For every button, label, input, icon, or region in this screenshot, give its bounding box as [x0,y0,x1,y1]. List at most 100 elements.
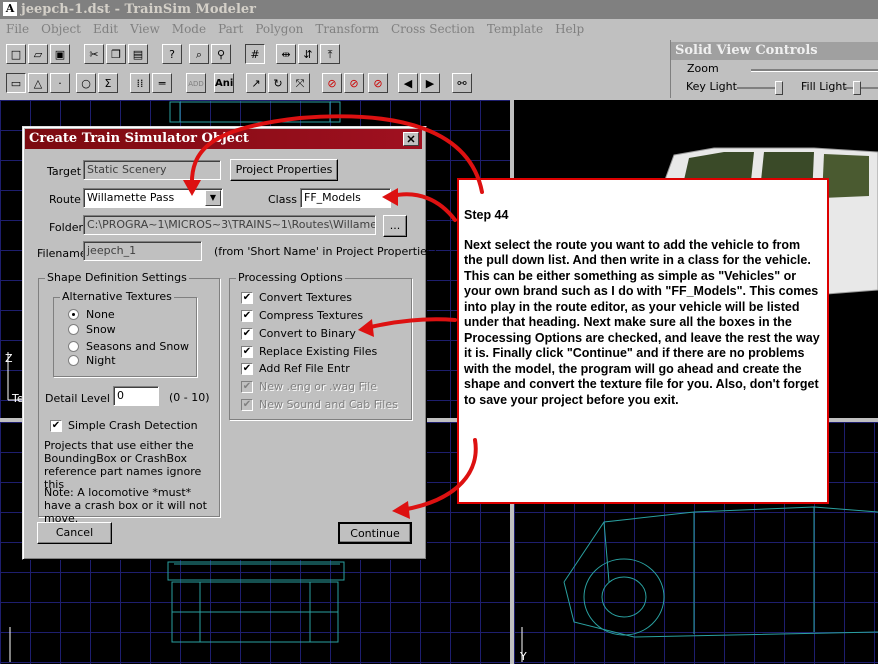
circle-icon[interactable]: ○ [76,73,96,93]
filename-note: (from 'Short Name' in Project Properties… [214,245,437,258]
tool-x-icon[interactable]: ⇹ [276,44,296,64]
detail-level-label: Detail Level [45,392,110,405]
new-sound-cab-checkbox: ✔ [241,399,253,411]
binoculars-icon[interactable]: ⚯ [452,73,472,93]
add-icon[interactable]: ADD [186,73,206,93]
processing-group-label: Processing Options [236,271,345,284]
detail-level-input[interactable]: 0 [113,386,159,406]
add-ref-checkbox[interactable]: ✔ [241,363,253,375]
ani-icon[interactable]: Ani [214,73,234,93]
menu-transform[interactable]: Transform [309,19,385,39]
detail-range: (0 - 10) [169,391,210,404]
fill-light-slider[interactable] [845,87,878,89]
fill-light-label: Fill Light [801,80,847,93]
cancel-button[interactable]: Cancel [37,522,112,544]
axis-y-label: Y [520,650,527,663]
menu-object[interactable]: Object [35,19,87,39]
continue-button[interactable]: Continue [338,522,412,544]
route-label: Route [49,193,81,206]
folder-field: C:\PROGRA~1\MICROS~3\TRAINS~1\Routes\Wil… [83,215,376,235]
radio-night-label: Night [86,354,116,367]
paste-icon[interactable]: ▤ [128,44,148,64]
help-icon[interactable]: ? [162,44,182,64]
fill-light-thumb[interactable] [853,81,861,95]
menu-help[interactable]: Help [549,19,590,39]
radio-night[interactable] [68,355,79,366]
menu-edit[interactable]: Edit [87,19,124,39]
radio-snow-label: Snow [86,323,116,336]
triangle-icon[interactable]: △ [28,73,48,93]
no2-icon[interactable]: ⊘ [344,73,364,93]
no3-icon[interactable]: ⊘ [368,73,388,93]
add-ref-label: Add Ref File Entr [259,362,350,375]
processing-options-group: Processing Options ✔ Convert Textures ✔ … [229,271,412,420]
create-object-dialog: Create Train Simulator Object ✕ Target S… [22,126,437,560]
chevron-down-icon[interactable]: ▼ [205,190,221,206]
next-icon[interactable]: ▶ [420,73,440,93]
target-field: Static Scenery [83,160,221,180]
sum-icon[interactable]: Σ [98,73,118,93]
simple-crash-label: Simple Crash Detection [68,419,198,432]
class-input[interactable]: FF_Models [300,188,391,208]
menu-template[interactable]: Template [481,19,549,39]
convert-textures-label: Convert Textures [259,291,352,304]
solid-view-controls: Solid View Controls Zoom Key Light Fill … [670,40,878,98]
menu-file[interactable]: File [0,19,35,39]
cut-icon[interactable]: ✂ [84,44,104,64]
menu-polygon[interactable]: Polygon [249,19,309,39]
rotate-icon[interactable]: ↻ [268,73,288,93]
tool-z-icon[interactable]: ⤒ [320,44,340,64]
new-icon[interactable]: □ [6,44,26,64]
prev-icon[interactable]: ◀ [398,73,418,93]
class-label: Class [268,193,297,206]
scale-icon[interactable]: ⤧ [290,73,310,93]
point-icon[interactable]: · [50,73,70,93]
route-value: Willamette Pass [87,191,175,204]
crash-note: Projects that use either the BoundingBox… [44,439,202,491]
rect-icon[interactable]: ▭ [6,73,26,93]
key-light-thumb[interactable] [775,81,783,95]
replace-files-label: Replace Existing Files [259,345,378,358]
copy-icon[interactable]: ❐ [106,44,126,64]
grid-icon[interactable]: # [245,44,265,64]
convert-binary-checkbox[interactable]: ✔ [241,328,253,340]
no1-icon[interactable]: ⊘ [322,73,342,93]
callout-step: Step 44 [464,208,509,222]
compress-textures-checkbox[interactable]: ✔ [241,310,253,322]
target-label: Target [47,165,82,178]
new-sound-cab-label: New Sound and Cab Files [259,398,398,411]
tool-y-icon[interactable]: ⇵ [298,44,318,64]
browse-button[interactable]: ... [383,215,407,237]
select-icon[interactable]: ⁞⁞ [130,73,150,93]
convert-binary-label: Convert to Binary [259,327,356,340]
menu-cross-section[interactable]: Cross Section [385,19,481,39]
shape-definition-group: Shape Definition Settings Alternative Te… [38,271,220,525]
arrow-icon[interactable]: ↗ [246,73,266,93]
save-icon[interactable]: ▣ [50,44,70,64]
locomotive-note: Note: A locomotive *must* have a crash b… [44,486,207,525]
new-eng-wag-label: New .eng or .wag File [259,380,378,393]
radio-seasons-snow[interactable] [68,341,79,352]
project-properties-button[interactable]: Project Properties [230,159,338,181]
zoom-in-icon[interactable]: ⌕ [189,44,209,64]
simple-crash-checkbox[interactable]: ✔ [50,420,62,432]
close-icon[interactable]: ✕ [403,132,419,146]
route-select[interactable]: Willamette Pass ▼ [83,188,223,208]
menu-part[interactable]: Part [212,19,249,39]
folder-label: Folder [49,221,83,234]
menu-view[interactable]: View [124,19,166,39]
alt-textures-label: Alternative Textures [60,290,174,303]
menu-mode[interactable]: Mode [166,19,212,39]
line-icon[interactable]: ═ [152,73,172,93]
zoom-out-icon[interactable]: ⚲ [211,44,231,64]
alt-textures-group: Alternative Textures None Snow Seasons a… [53,290,197,377]
convert-textures-checkbox[interactable]: ✔ [241,292,253,304]
open-icon[interactable]: ▱ [28,44,48,64]
radio-none[interactable] [68,309,79,320]
dialog-title: Create Train Simulator Object ✕ [25,129,422,149]
radio-snow[interactable] [68,324,79,335]
app-icon[interactable]: A [3,2,17,16]
zoom-slider[interactable] [751,69,878,72]
replace-files-checkbox[interactable]: ✔ [241,346,253,358]
radio-none-label: None [86,308,115,321]
